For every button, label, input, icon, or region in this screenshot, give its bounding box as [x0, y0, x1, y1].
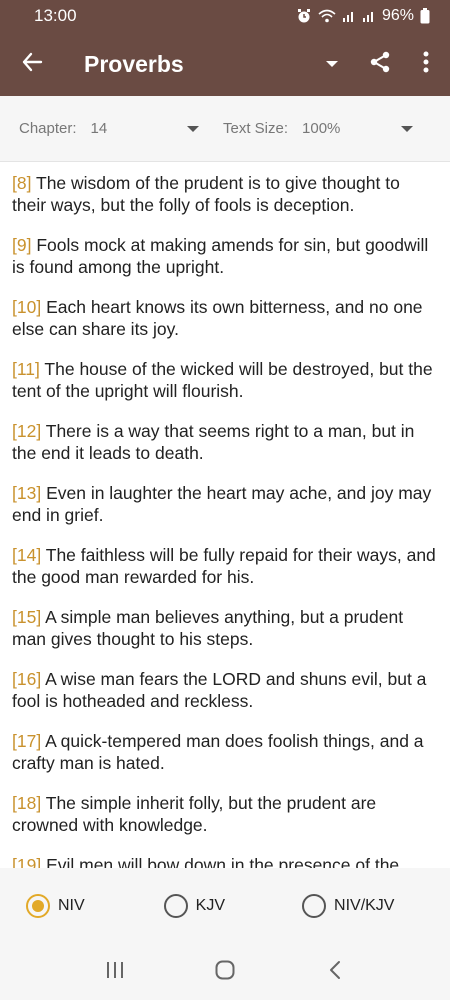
- app-bar: Proverbs: [0, 32, 450, 96]
- verse-text: A simple man believes anything, but a pr…: [12, 607, 404, 649]
- version-option-kjv[interactable]: KJV: [163, 886, 226, 926]
- recent-apps-icon: [105, 961, 125, 984]
- verse-text: There is a way that seems right to a man…: [12, 421, 415, 463]
- verse-text: A quick-tempered man does foolish things…: [12, 731, 424, 773]
- verse-number: [15]: [12, 607, 42, 627]
- radio-unselected-icon: [302, 894, 327, 918]
- home-icon: [215, 960, 235, 985]
- battery-icon: [420, 8, 430, 24]
- radio-selected-icon: [26, 894, 50, 918]
- home-button[interactable]: [205, 952, 245, 992]
- chapter-label: Chapter:: [19, 120, 77, 137]
- verse-number: [19]: [12, 855, 42, 868]
- verse-item[interactable]: [13] Even in laughter the heart may ache…: [12, 482, 436, 526]
- back-button[interactable]: [0, 32, 64, 96]
- system-back-button[interactable]: [315, 952, 355, 992]
- verse-item[interactable]: [8] The wisdom of the prudent is to give…: [12, 172, 436, 216]
- verse-item[interactable]: [17] A quick-tempered man does foolish t…: [12, 730, 436, 774]
- verse-number: [12]: [12, 421, 42, 441]
- chapter-value: 14: [90, 120, 108, 137]
- version-label: NIV: [58, 897, 85, 914]
- wifi-icon: [318, 9, 336, 23]
- text-size-select[interactable]: Text Size: 100%: [223, 109, 413, 149]
- page-title: Proverbs: [84, 50, 184, 77]
- verse-text: Evil men will bow down in the presence o…: [41, 855, 400, 868]
- verse-number: [14]: [12, 545, 42, 565]
- text-size-value: 100%: [302, 120, 341, 137]
- verse-text: The simple inherit folly, but the pruden…: [12, 793, 377, 835]
- verse-item[interactable]: [9] Fools mock at making amends for sin,…: [12, 234, 436, 278]
- verse-text: Each heart knows its own bitterness, and…: [12, 297, 423, 339]
- back-arrow-icon: [21, 51, 43, 78]
- verse-number: [8]: [12, 173, 32, 193]
- system-navigation-bar: [0, 944, 450, 1000]
- signal-icon: [362, 9, 376, 23]
- verse-item[interactable]: [14] The faithless will be fully repaid …: [12, 544, 436, 588]
- verse-number: [18]: [12, 793, 42, 813]
- more-options-button[interactable]: [408, 32, 444, 96]
- verse-item[interactable]: [10] Each heart knows its own bitterness…: [12, 296, 436, 340]
- alarm-icon: [296, 8, 312, 24]
- text-size-label: Text Size:: [223, 120, 289, 137]
- version-option-niv[interactable]: NIV: [26, 886, 85, 926]
- book-dropdown-button[interactable]: [312, 32, 352, 96]
- version-label: NIV/KJV: [334, 897, 395, 914]
- verse-list[interactable]: [8] The wisdom of the prudent is to give…: [0, 162, 450, 868]
- dropdown-caret-icon: [326, 55, 338, 73]
- radio-unselected-icon: [163, 894, 188, 918]
- verse-text: Even in laughter the heart may ache, and…: [12, 483, 432, 525]
- verse-text: The faithless will be fully repaid for t…: [12, 545, 436, 587]
- more-vert-icon: [423, 51, 429, 78]
- version-label: KJV: [195, 897, 226, 914]
- verse-number: [13]: [12, 483, 42, 503]
- verse-item[interactable]: [12] There is a way that seems right to …: [12, 420, 436, 464]
- reader-controls: Chapter: 14 Text Size: 100%: [0, 96, 450, 162]
- verse-number: [10]: [12, 297, 42, 317]
- back-icon: [329, 960, 341, 985]
- recent-apps-button[interactable]: [95, 952, 135, 992]
- chapter-select[interactable]: Chapter: 14: [19, 109, 199, 149]
- verse-item[interactable]: [16] A wise man fears the LORD and shuns…: [12, 668, 436, 712]
- status-time: 13:00: [34, 6, 77, 25]
- battery-percent: 96%: [381, 7, 414, 24]
- signal-icon: [342, 9, 356, 23]
- chevron-down-icon: [401, 125, 413, 132]
- verse-item[interactable]: [18] The simple inherit folly, but the p…: [12, 792, 436, 836]
- version-selector: NIV KJV NIV/KJV: [0, 868, 450, 944]
- verse-number: [11]: [12, 359, 40, 379]
- verse-item[interactable]: [11] The house of the wicked will be des…: [12, 358, 436, 402]
- verse-text: The wisdom of the prudent is to give tho…: [12, 173, 400, 215]
- verse-text: A wise man fears the LORD and shuns evil…: [12, 669, 427, 711]
- share-button[interactable]: [352, 32, 408, 96]
- verse-text: The house of the wicked will be destroye…: [12, 359, 433, 401]
- status-icons: 96%: [296, 7, 430, 25]
- verse-item[interactable]: [15] A simple man believes anything, but…: [12, 606, 436, 650]
- version-option-niv-kjv[interactable]: NIV/KJV: [302, 886, 394, 926]
- verse-number: [16]: [12, 669, 42, 689]
- verse-text: Fools mock at making amends for sin, but…: [12, 235, 429, 277]
- chevron-down-icon: [187, 125, 199, 132]
- verse-item[interactable]: [19] Evil men will bow down in the prese…: [12, 854, 436, 868]
- verse-number: [9]: [12, 235, 32, 255]
- verse-number: [17]: [12, 731, 42, 751]
- share-icon: [368, 50, 392, 79]
- status-bar: 13:00 96%: [0, 0, 450, 32]
